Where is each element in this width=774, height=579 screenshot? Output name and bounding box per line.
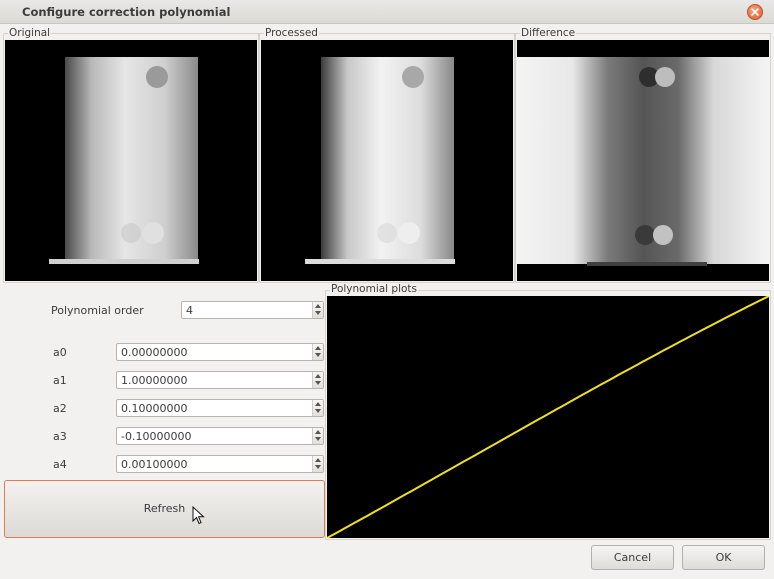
spin-up-icon[interactable] (315, 374, 321, 378)
title-bar: Configure correction polynomial (0, 0, 774, 24)
polynomial-plot-canvas (327, 296, 769, 538)
processed-image (261, 40, 513, 281)
cancel-button[interactable]: Cancel (591, 545, 674, 570)
coefficient-value: 1.00000000 (121, 374, 188, 387)
coefficient-label: a2 (53, 402, 67, 415)
spin-arrows[interactable] (312, 400, 323, 416)
window-title: Configure correction polynomial (22, 5, 231, 19)
coefficient-value: -0.10000000 (121, 430, 192, 443)
spin-down-icon[interactable] (315, 353, 321, 357)
mouse-cursor-icon (192, 506, 205, 525)
spin-up-icon[interactable] (315, 430, 321, 434)
spin-arrows[interactable] (312, 302, 323, 318)
ok-button-label: OK (715, 551, 732, 564)
spin-arrows[interactable] (312, 372, 323, 388)
spin-arrows[interactable] (312, 456, 323, 472)
coefficient-a0-spinbox[interactable]: 0.00000000 (116, 343, 324, 361)
coefficient-value: 0.00100000 (121, 458, 188, 471)
spin-arrows[interactable] (312, 344, 323, 360)
processed-label: Processed (264, 27, 319, 39)
spin-down-icon[interactable] (315, 409, 321, 413)
spin-up-icon[interactable] (315, 304, 321, 308)
coefficient-a2-spinbox[interactable]: 0.10000000 (116, 399, 324, 417)
spin-arrows[interactable] (312, 428, 323, 444)
polynomial-plot (327, 296, 769, 538)
ok-button[interactable]: OK (682, 545, 765, 570)
spin-up-icon[interactable] (315, 402, 321, 406)
polynomial-curve (327, 296, 769, 538)
coefficient-a4-spinbox[interactable]: 0.00100000 (116, 455, 324, 473)
difference-label: Difference (520, 27, 577, 39)
coefficient-a3-spinbox[interactable]: -0.10000000 (116, 427, 324, 445)
spin-up-icon[interactable] (315, 346, 321, 350)
cancel-button-label: Cancel (613, 551, 652, 564)
refresh-button-label: Refresh (143, 502, 186, 515)
spin-up-icon[interactable] (315, 458, 321, 462)
plot-label: Polynomial plots (330, 283, 419, 295)
coefficient-label: a4 (53, 458, 67, 471)
original-label: Original (8, 27, 52, 39)
coefficient-label: a1 (53, 374, 67, 387)
difference-image (517, 40, 769, 281)
refresh-button[interactable]: Refresh (4, 480, 325, 538)
coefficient-value: 0.10000000 (121, 402, 188, 415)
spin-down-icon[interactable] (315, 465, 321, 469)
polynomial-order-label: Polynomial order (51, 304, 144, 317)
close-icon (751, 8, 759, 16)
coefficient-value: 0.00000000 (121, 346, 188, 359)
coefficient-label: a3 (53, 430, 67, 443)
coefficient-label: a0 (53, 346, 67, 359)
close-button[interactable] (747, 4, 763, 20)
spin-down-icon[interactable] (315, 437, 321, 441)
coefficient-a1-spinbox[interactable]: 1.00000000 (116, 371, 324, 389)
spin-down-icon[interactable] (315, 311, 321, 315)
spin-down-icon[interactable] (315, 381, 321, 385)
polynomial-order-spinbox[interactable]: 4 (181, 301, 324, 319)
polynomial-order-value: 4 (186, 304, 193, 317)
original-image (5, 40, 257, 281)
